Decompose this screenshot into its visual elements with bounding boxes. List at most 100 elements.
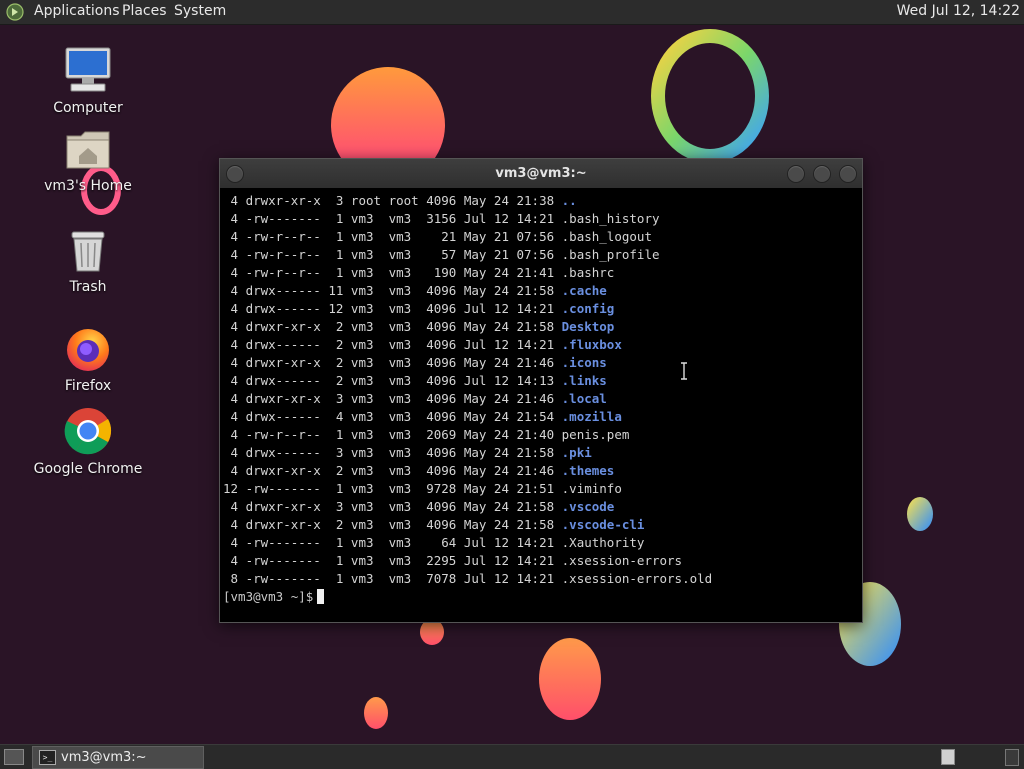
terminal-line: 4 drwx------ 2 vm3 vm3 4096 Jul 12 14:21… xyxy=(223,336,859,354)
distro-logo-icon[interactable] xyxy=(6,3,24,21)
terminal-line: 4 drwx------ 11 vm3 vm3 4096 May 24 21:5… xyxy=(223,282,859,300)
shell-prompt: [vm3@vm3 ~]$ xyxy=(223,589,314,604)
file-meta: 4 drwxr-xr-x 2 vm3 vm3 4096 May 24 21:46 xyxy=(223,355,562,370)
trash-icon xyxy=(71,231,105,272)
file-meta: 4 drwx------ 11 vm3 vm3 4096 May 24 21:5… xyxy=(223,283,562,298)
file-meta: 4 drwxr-xr-x 3 vm3 vm3 4096 May 24 21:46 xyxy=(223,391,562,406)
terminal-line: 4 -rw------- 1 vm3 vm3 2295 Jul 12 14:21… xyxy=(223,552,859,570)
file-meta: 4 drwxr-xr-x 2 vm3 vm3 4096 May 24 21:58 xyxy=(223,319,562,334)
file-meta: 4 -rw-r--r-- 1 vm3 vm3 21 May 21 07:56 xyxy=(223,229,562,244)
directory-name: .fluxbox xyxy=(561,337,622,352)
file-name: .bashrc xyxy=(561,265,615,280)
top-panel: Applications Places System Wed Jul 12, 1… xyxy=(0,0,1024,25)
close-button[interactable] xyxy=(839,165,857,183)
terminal-line: 12 -rw------- 1 vm3 vm3 9728 May 24 21:5… xyxy=(223,480,859,498)
file-meta: 4 -rw------- 1 vm3 vm3 2295 Jul 12 14:21 xyxy=(223,553,562,568)
desktop-icon-firefox[interactable]: Firefox xyxy=(33,326,143,394)
file-meta: 4 drwx------ 2 vm3 vm3 4096 Jul 12 14:21 xyxy=(223,337,562,352)
file-meta: 4 -rw-r--r-- 1 vm3 vm3 2069 May 24 21:40 xyxy=(223,427,562,442)
terminal-line: 8 -rw------- 1 vm3 vm3 7078 Jul 12 14:21… xyxy=(223,570,859,588)
window-titlebar[interactable]: vm3@vm3:~ xyxy=(220,159,862,188)
file-meta: 4 -rw-r--r-- 1 vm3 vm3 190 May 24 21:41 xyxy=(223,265,562,280)
terminal-line: 4 drwxr-xr-x 2 vm3 vm3 4096 May 24 21:46… xyxy=(223,462,859,480)
terminal-line: 4 -rw-r--r-- 1 vm3 vm3 190 May 24 21:41 … xyxy=(223,264,859,282)
file-meta: 4 drwxr-xr-x 3 vm3 vm3 4096 May 24 21:58 xyxy=(223,499,562,514)
file-meta: 4 -rw------- 1 vm3 vm3 3156 Jul 12 14:21 xyxy=(223,211,562,226)
terminal-line: 4 drwxr-xr-x 2 vm3 vm3 4096 May 24 21:58… xyxy=(223,516,859,534)
directory-name: .mozilla xyxy=(561,409,622,424)
maximize-button[interactable] xyxy=(813,165,831,183)
desktop-icon-trash[interactable]: Trash xyxy=(33,229,143,295)
taskbar: >_ vm3@vm3:~ xyxy=(0,744,1024,769)
terminal-line: 4 drwx------ 4 vm3 vm3 4096 May 24 21:54… xyxy=(223,408,859,426)
trash-applet-icon[interactable] xyxy=(1005,749,1019,766)
terminal-window[interactable]: vm3@vm3:~ 4 drwxr-xr-x 3 root root 4096 … xyxy=(219,158,863,623)
file-name: .bash_profile xyxy=(561,247,660,262)
terminal-line: 4 drwxr-xr-x 3 vm3 vm3 4096 May 24 21:46… xyxy=(223,390,859,408)
text-cursor-icon xyxy=(681,362,687,380)
terminal-output[interactable]: 4 drwxr-xr-x 3 root root 4096 May 24 21:… xyxy=(223,192,859,617)
terminal-line: 4 drwxr-xr-x 2 vm3 vm3 4096 May 24 21:58… xyxy=(223,318,859,336)
terminal-line: 4 drwxr-xr-x 3 vm3 vm3 4096 May 24 21:58… xyxy=(223,498,859,516)
terminal-line: 4 drwx------ 2 vm3 vm3 4096 Jul 12 14:13… xyxy=(223,372,859,390)
file-meta: 4 drwx------ 2 vm3 vm3 4096 Jul 12 14:13 xyxy=(223,373,562,388)
terminal-line: 4 -rw-r--r-- 1 vm3 vm3 21 May 21 07:56 .… xyxy=(223,228,859,246)
workspace-switcher[interactable] xyxy=(941,749,955,765)
show-desktop-icon[interactable] xyxy=(4,749,24,765)
terminal-line: 4 -rw------- 1 vm3 vm3 3156 Jul 12 14:21… xyxy=(223,210,859,228)
file-meta: 4 -rw------- 1 vm3 vm3 64 Jul 12 14:21 xyxy=(223,535,562,550)
computer-icon xyxy=(65,47,111,92)
file-name: .bash_logout xyxy=(561,229,652,244)
desktop-icon-label: Computer xyxy=(53,100,123,116)
terminal-icon: >_ xyxy=(39,750,56,765)
directory-name: .vscode xyxy=(561,499,615,514)
taskbar-item-terminal[interactable]: >_ vm3@vm3:~ xyxy=(32,746,204,769)
file-meta: 4 drwxr-xr-x 2 vm3 vm3 4096 May 24 21:46 xyxy=(223,463,562,478)
terminal-line: 4 -rw-r--r-- 1 vm3 vm3 57 May 21 07:56 .… xyxy=(223,246,859,264)
file-name: .xsession-errors xyxy=(561,553,683,568)
file-name: .xsession-errors.old xyxy=(561,571,713,586)
desktop-icon-label: Firefox xyxy=(64,378,112,394)
directory-name: .pki xyxy=(561,445,592,460)
file-name: penis.pem xyxy=(561,427,630,442)
desktop-icon-chrome[interactable]: Google Chrome xyxy=(33,407,143,477)
terminal-cursor xyxy=(317,589,325,604)
chrome-icon xyxy=(64,408,112,455)
terminal-line: 4 -rw-r--r-- 1 vm3 vm3 2069 May 24 21:40… xyxy=(223,426,859,444)
window-menu-button[interactable] xyxy=(226,165,244,183)
shell-prompt-line[interactable]: [vm3@vm3 ~]$ xyxy=(223,588,859,606)
file-meta: 4 drwx------ 3 vm3 vm3 4096 May 24 21:58 xyxy=(223,445,562,460)
directory-name: .themes xyxy=(561,463,615,478)
clock[interactable]: Wed Jul 12, 14:22 xyxy=(897,3,1020,19)
terminal-line: 4 -rw------- 1 vm3 vm3 64 Jul 12 14:21 .… xyxy=(223,534,859,552)
file-meta: 4 drwx------ 4 vm3 vm3 4096 May 24 21:54 xyxy=(223,409,562,424)
directory-name: .cache xyxy=(561,283,607,298)
directory-name: .vscode-cli xyxy=(561,517,645,532)
file-name: .Xauthority xyxy=(561,535,645,550)
file-meta: 4 drwxr-xr-x 3 root root 4096 May 24 21:… xyxy=(223,193,562,208)
terminal-line: 4 drwx------ 3 vm3 vm3 4096 May 24 21:58… xyxy=(223,444,859,462)
directory-name: .local xyxy=(561,391,607,406)
file-name: .bash_history xyxy=(561,211,660,226)
menu-applications[interactable]: Applications xyxy=(34,3,120,19)
terminal-line: 4 drwxr-xr-x 3 root root 4096 May 24 21:… xyxy=(223,192,859,210)
directory-name: .. xyxy=(561,193,577,208)
minimize-button[interactable] xyxy=(787,165,805,183)
file-name: .viminfo xyxy=(561,481,622,496)
taskbar-item-label: vm3@vm3:~ xyxy=(61,750,147,765)
desktop-icon-computer[interactable]: Computer xyxy=(33,46,143,116)
firefox-icon xyxy=(67,329,109,371)
directory-name: .links xyxy=(561,373,607,388)
directory-name: Desktop xyxy=(561,319,615,334)
file-meta: 4 -rw-r--r-- 1 vm3 vm3 57 May 21 07:56 xyxy=(223,247,562,262)
desktop-icon-home[interactable]: vm3's Home xyxy=(33,128,143,194)
menu-places[interactable]: Places xyxy=(122,3,167,19)
file-meta: 4 drwx------ 12 vm3 vm3 4096 Jul 12 14:2… xyxy=(223,301,562,316)
home-folder-icon xyxy=(66,131,110,169)
terminal-line: 4 drwxr-xr-x 2 vm3 vm3 4096 May 24 21:46… xyxy=(223,354,859,372)
desktop-icon-label: Trash xyxy=(69,279,107,295)
file-meta: 8 -rw------- 1 vm3 vm3 7078 Jul 12 14:21 xyxy=(223,571,562,586)
directory-name: .config xyxy=(561,301,615,316)
menu-system[interactable]: System xyxy=(174,3,226,19)
directory-name: .icons xyxy=(561,355,607,370)
